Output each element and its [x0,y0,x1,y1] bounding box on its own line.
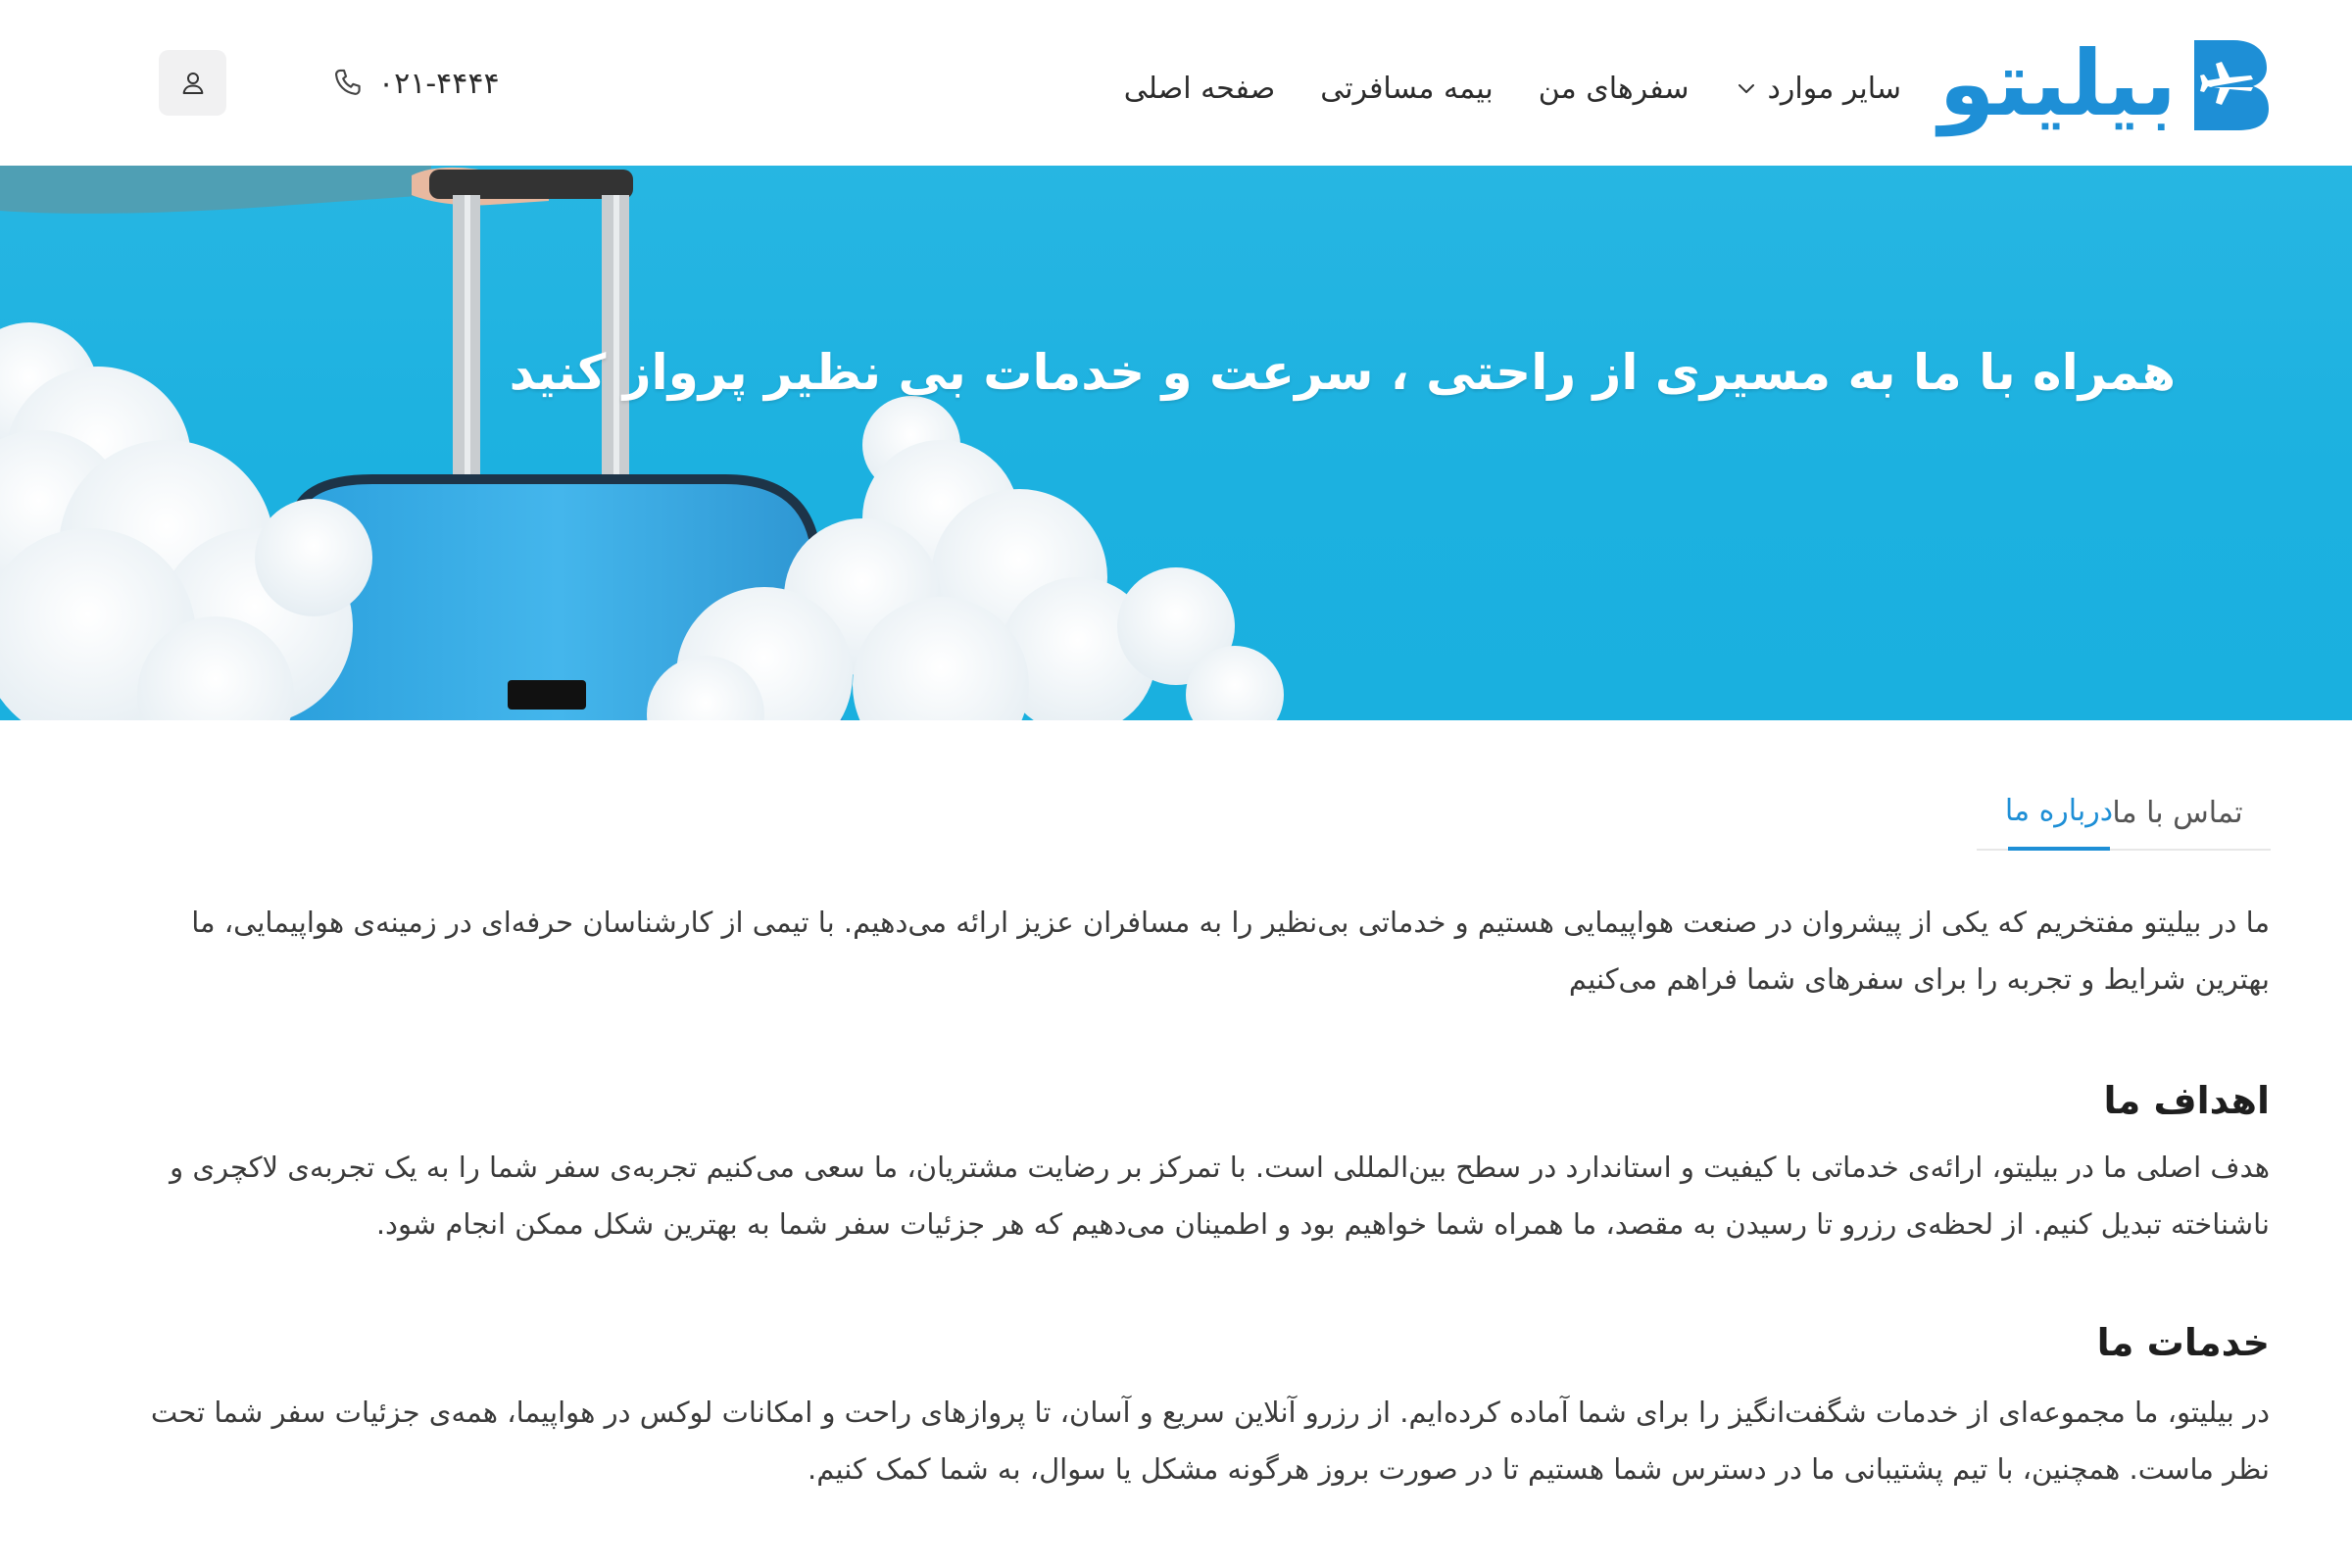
nav-home[interactable]: صفحه اصلی [1124,72,1275,106]
services-text: در بیلیتو، ما مجموعه‌ای از خدمات شگفت‌ان… [150,1396,2270,1486]
phone-number: ۰۲۱-۴۴۴۴ [378,66,500,101]
about-intro-text: ما در بیلیتو مفتخریم که یکی از پیشروان د… [191,906,2270,996]
nav-my-trips[interactable]: سفرهای من [1539,72,1690,106]
support-phone[interactable]: ۰۲۱-۴۴۴۴ [331,59,500,108]
hero-suitcase-clouds-image [0,166,1284,720]
nav-my-trips-label: سفرهای من [1538,71,1690,106]
tab-contact-us[interactable]: تماس با ما [2110,774,2245,851]
site-header: بیلیتو صفحه اصلی بیمه مسافرتی سفرهای من … [0,0,2352,166]
chevron-down-icon [1738,84,1754,93]
services-heading: خدمات ما [2096,1321,2270,1364]
logo[interactable]: بیلیتو [1939,32,2271,135]
nav-more-label: سایر موارد [1767,71,1901,106]
page-tabs: درباره ما تماس با ما [1977,774,2271,851]
plane-b-logo-icon [2190,36,2271,132]
main-nav: صفحه اصلی بیمه مسافرتی سفرهای من سایر مو… [1124,59,1901,118]
nav-home-label: صفحه اصلی [1123,71,1276,106]
tab-about-us[interactable]: درباره ما [2005,774,2113,851]
phone-icon [335,69,361,95]
nav-travel-insurance-label: بیمه مسافرتی [1320,71,1494,106]
goals-heading: اهداف ما [2103,1079,2270,1122]
hero-title: همراه با ما به مسیری از راحتی ، سرعت و خ… [509,343,2176,401]
hero-banner: همراه با ما به مسیری از راحتی ، سرعت و خ… [0,166,2352,720]
user-icon [182,72,203,94]
goals-text: هدف اصلی ما در بیلیتو، ارائه‌ی خدماتی با… [170,1151,2270,1241]
logo-text: بیلیتو [1938,30,2179,136]
nav-more-dropdown[interactable]: سایر موارد [1735,72,1901,106]
nav-travel-insurance[interactable]: بیمه مسافرتی [1320,72,1494,106]
user-account-button[interactable] [159,50,226,116]
